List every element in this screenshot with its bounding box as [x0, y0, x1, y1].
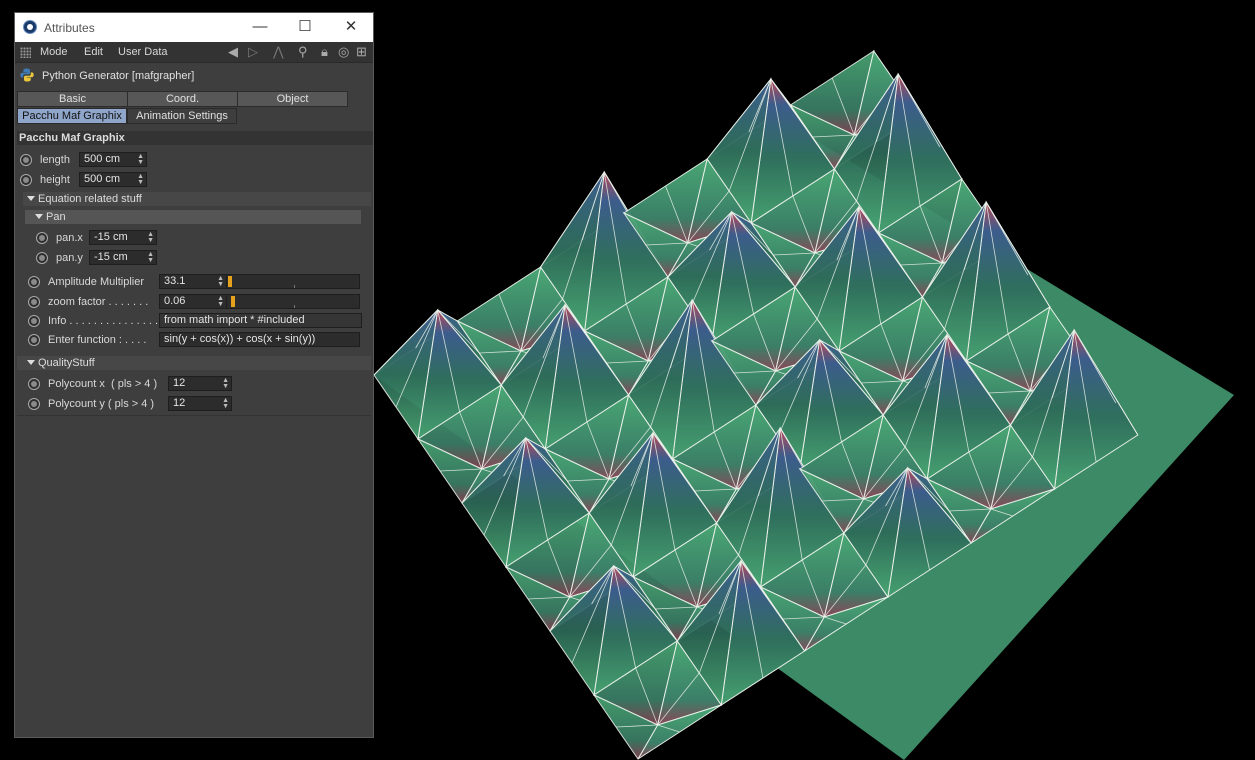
- maximize-button[interactable]: ☐: [295, 17, 315, 37]
- zoom-label: zoom factor . . . . . . .: [48, 296, 149, 308]
- surface-mesh: [374, 49, 1234, 760]
- info-row: Info . . . . . . . . . . . . . . . from …: [15, 313, 375, 331]
- collapse-triangle-icon[interactable]: [27, 360, 35, 366]
- equation-group-header[interactable]: Equation related stuff: [23, 192, 371, 206]
- height-animate-radio[interactable]: [20, 174, 32, 186]
- pan-y-label: pan.y: [56, 252, 83, 264]
- tab-pacchu-maf-graphix[interactable]: Pacchu Maf Graphix: [17, 108, 127, 124]
- polycount-y-row: Polycount y ( pls > 4 ) 12 ▲ ▼: [15, 396, 375, 414]
- function-input[interactable]: sin(y + cos(x)) + cos(x + sin(y)): [159, 332, 360, 347]
- search-icon[interactable]: ⚲: [298, 44, 308, 60]
- slider-tick: [294, 305, 295, 308]
- pan-y-row: pan.y -15 cm ▲ ▼: [15, 250, 375, 268]
- polycount-y-label: Polycount y ( pls > 4 ): [48, 398, 155, 410]
- info-label: Info . . . . . . . . . . . . . . .: [48, 315, 159, 327]
- function-label: Enter function : . . . .: [48, 334, 147, 346]
- amplitude-spinner-icon[interactable]: ▲ ▼: [217, 275, 224, 288]
- length-row: length 500 cm ▲ ▼: [15, 152, 375, 170]
- amplitude-animate-radio[interactable]: [28, 276, 40, 288]
- polycount-x-row: Polycount x ( pls > 4 ) 12 ▲ ▼: [15, 376, 375, 394]
- target-icon[interactable]: ◎: [338, 44, 349, 60]
- zoom-slider-handle[interactable]: [230, 296, 235, 307]
- pan-group-title: Pan: [46, 211, 66, 223]
- pan-y-animate-radio[interactable]: [36, 252, 48, 264]
- new-panel-icon[interactable]: ⊞: [356, 44, 367, 60]
- height-row: height 500 cm ▲ ▼: [15, 172, 375, 190]
- tab-bar: Basic Coord. Object Pacchu Maf Graphix A…: [15, 90, 375, 126]
- python-icon: [20, 68, 34, 82]
- length-animate-radio[interactable]: [20, 154, 32, 166]
- equation-group-title: Equation related stuff: [38, 193, 142, 205]
- amplitude-row: Amplitude Multiplier 33.1 ▲ ▼: [15, 274, 375, 292]
- pan-y-spinner-icon[interactable]: ▲ ▼: [147, 251, 154, 264]
- polycount-y-spinner-icon[interactable]: ▲ ▼: [222, 397, 229, 410]
- tab-coord[interactable]: Coord.: [127, 91, 238, 107]
- amplitude-input[interactable]: 33.1 ▲ ▼: [159, 274, 227, 289]
- zoom-row: zoom factor . . . . . . . 0.06 ▲ ▼: [15, 294, 375, 312]
- section-title: Pacchu Maf Graphix: [17, 131, 373, 145]
- amplitude-slider-handle[interactable]: [228, 276, 232, 287]
- amplitude-label: Amplitude Multiplier: [48, 276, 144, 288]
- amplitude-slider[interactable]: [226, 274, 360, 289]
- zoom-input[interactable]: 0.06 ▲ ▼: [159, 294, 227, 309]
- window-title: Attributes: [44, 21, 95, 35]
- menu-edit[interactable]: Edit: [84, 46, 103, 58]
- length-label: length: [40, 154, 70, 166]
- height-spinner-icon[interactable]: ▲ ▼: [137, 173, 144, 186]
- function-row: Enter function : . . . . sin(y + cos(x))…: [15, 332, 375, 350]
- length-spinner-icon[interactable]: ▲ ▼: [137, 153, 144, 166]
- polycount-y-animate-radio[interactable]: [28, 398, 40, 410]
- quality-group-header[interactable]: QualityStuff: [17, 356, 371, 370]
- menu-user-data[interactable]: User Data: [118, 46, 168, 58]
- grip-icon[interactable]: [20, 47, 31, 58]
- zoom-animate-radio[interactable]: [28, 296, 40, 308]
- back-arrow-icon[interactable]: ◀: [228, 44, 238, 60]
- pan-x-spinner-icon[interactable]: ▲ ▼: [147, 231, 154, 244]
- tab-animation-settings[interactable]: Animation Settings: [127, 108, 237, 124]
- info-field: from math import * #included: [159, 313, 362, 328]
- zoom-slider[interactable]: [226, 294, 360, 309]
- slider-tick: [294, 285, 295, 288]
- collapse-triangle-icon[interactable]: [27, 196, 35, 202]
- object-label: Python Generator [mafgrapher]: [42, 70, 195, 82]
- zoom-spinner-icon[interactable]: ▲ ▼: [217, 295, 224, 308]
- info-animate-radio[interactable]: [28, 315, 40, 327]
- polycount-y-input[interactable]: 12 ▲ ▼: [168, 396, 232, 411]
- pan-x-input[interactable]: -15 cm ▲ ▼: [89, 230, 157, 245]
- menu-bar: Mode Edit User Data ◀ ▷ ⋀ ⚲ 🔒︎ ◎ ⊞: [15, 42, 373, 63]
- forward-arrow-icon[interactable]: ▷: [248, 44, 258, 60]
- length-input[interactable]: 500 cm ▲ ▼: [79, 152, 147, 167]
- close-button[interactable]: ✕: [341, 17, 361, 37]
- collapse-triangle-icon[interactable]: [35, 214, 43, 220]
- attributes-window: Attributes — ☐ ✕ Mode Edit User Data ◀ ▷…: [14, 12, 374, 738]
- lock-icon[interactable]: 🔒︎: [321, 44, 328, 60]
- minimize-button[interactable]: —: [250, 17, 270, 37]
- viewport-3d[interactable]: [374, 0, 1255, 760]
- polycount-x-input[interactable]: 12 ▲ ▼: [168, 376, 232, 391]
- function-animate-radio[interactable]: [28, 334, 40, 346]
- tab-object[interactable]: Object: [237, 91, 348, 107]
- up-arrow-icon[interactable]: ⋀: [273, 44, 284, 60]
- cinema4d-app-icon: [23, 20, 37, 34]
- tab-basic[interactable]: Basic: [17, 91, 128, 107]
- pan-x-animate-radio[interactable]: [36, 232, 48, 244]
- pan-y-input[interactable]: -15 cm ▲ ▼: [89, 250, 157, 265]
- object-header: Python Generator [mafgrapher]: [15, 63, 373, 87]
- pan-x-label: pan.x: [56, 232, 83, 244]
- polycount-x-animate-radio[interactable]: [28, 378, 40, 390]
- title-bar: Attributes — ☐ ✕: [15, 13, 373, 42]
- menu-mode[interactable]: Mode: [40, 46, 68, 58]
- pan-x-row: pan.x -15 cm ▲ ▼: [15, 230, 375, 248]
- height-label: height: [40, 174, 70, 186]
- height-input[interactable]: 500 cm ▲ ▼: [79, 172, 147, 187]
- polycount-x-spinner-icon[interactable]: ▲ ▼: [222, 377, 229, 390]
- panel-separator: [17, 415, 371, 416]
- polycount-x-label: Polycount x ( pls > 4 ): [48, 378, 158, 390]
- pan-group-header[interactable]: Pan: [25, 210, 361, 224]
- quality-group-title: QualityStuff: [38, 357, 95, 369]
